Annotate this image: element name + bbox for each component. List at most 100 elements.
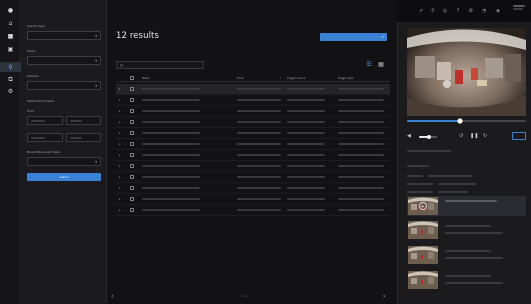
- volume-icon[interactable]: ◀: [407, 133, 411, 139]
- table-row[interactable]: ▸: [116, 172, 390, 183]
- search-input[interactable]: ⚲: [116, 61, 204, 69]
- table-row[interactable]: ▸: [116, 95, 390, 106]
- filter-icon[interactable]: ⚲: [430, 8, 436, 14]
- row-checkbox[interactable]: [130, 208, 134, 212]
- play-icon[interactable]: ▸: [119, 87, 121, 91]
- play-icon[interactable]: ▸: [119, 153, 121, 157]
- col-time[interactable]: Time: [237, 77, 243, 80]
- from-time-input[interactable]: [65, 116, 101, 125]
- col-trigger-type[interactable]: Trigger type: [338, 77, 354, 80]
- table-row[interactable]: ▸: [116, 161, 390, 172]
- timeline-handle[interactable]: [457, 118, 463, 124]
- play-icon[interactable]: ▸: [119, 186, 121, 190]
- filter-panel: Search type ▾ Store ▾ Camera ▾ Select ti…: [21, 0, 107, 304]
- table-row[interactable]: ▸: [116, 106, 390, 117]
- settings-icon[interactable]: ⚙: [468, 8, 474, 14]
- grid-view-icon[interactable]: ▦: [377, 60, 385, 68]
- table-row[interactable]: ▸: [116, 84, 390, 95]
- table-row[interactable]: ▸: [116, 117, 390, 128]
- row-checkbox[interactable]: [130, 87, 134, 91]
- cell-trigger-type: [338, 99, 384, 101]
- thumbnail-title: [445, 275, 491, 277]
- col-trigger-source[interactable]: Trigger source: [287, 77, 305, 80]
- volume-slider[interactable]: [419, 135, 437, 139]
- top-bar: ⇗ ⚲ ◎ ? ⚙ ◔ ◈: [397, 0, 531, 22]
- table-row[interactable]: ▸: [116, 194, 390, 205]
- play-icon[interactable]: ▸: [119, 197, 121, 201]
- row-checkbox[interactable]: [130, 109, 134, 113]
- info-icon[interactable]: ◎: [442, 8, 448, 14]
- detail-line: [407, 150, 451, 152]
- user-menu[interactable]: [513, 5, 529, 10]
- from-row: [27, 116, 101, 125]
- col-name[interactable]: Name: [142, 77, 150, 80]
- search-button[interactable]: Search: [27, 173, 101, 181]
- table-row[interactable]: ▸: [116, 183, 390, 194]
- rewind-icon[interactable]: ↺: [459, 133, 463, 139]
- chevron-down-icon: ▾: [95, 83, 97, 88]
- cell-time: [237, 88, 281, 90]
- more-button[interactable]: [512, 132, 526, 140]
- search-type-select[interactable]: ▾: [27, 31, 101, 40]
- cell-trigger-source: [287, 110, 325, 112]
- row-checkbox[interactable]: [130, 164, 134, 168]
- play-icon[interactable]: ▸: [119, 208, 121, 212]
- row-checkbox[interactable]: [130, 120, 134, 124]
- bell-icon[interactable]: ◈: [495, 8, 501, 14]
- cell-name: [142, 99, 200, 101]
- cell-trigger-type: [338, 209, 384, 211]
- thumbnail-item[interactable]: [407, 245, 526, 265]
- settings-icon[interactable]: ⚙: [7, 88, 14, 95]
- camera-icon[interactable]: ■: [7, 33, 14, 40]
- pause-icon[interactable]: ❚❚: [470, 133, 478, 139]
- to-date-input[interactable]: [27, 133, 63, 142]
- to-time-input[interactable]: [65, 133, 101, 142]
- home-icon[interactable]: ⌂: [7, 20, 14, 27]
- play-icon[interactable]: ▸: [119, 98, 121, 102]
- row-checkbox[interactable]: [130, 98, 134, 102]
- help-icon[interactable]: ?: [455, 8, 461, 14]
- search-icon[interactable]: ⚲: [0, 62, 21, 72]
- player-controls: ◀ ↺ ❚❚ ↻: [407, 132, 526, 142]
- cell-trigger-source: [287, 165, 325, 167]
- play-icon[interactable]: ▸: [119, 164, 121, 168]
- table-row[interactable]: ▸: [116, 139, 390, 150]
- table-row[interactable]: ▸: [116, 128, 390, 139]
- play-icon[interactable]: ▸: [119, 175, 121, 179]
- table-row[interactable]: ▸: [116, 150, 390, 161]
- play-icon[interactable]: ▸: [119, 142, 121, 146]
- recordings-icon[interactable]: ▣: [7, 46, 14, 53]
- thumbnail-item[interactable]: [407, 270, 526, 290]
- play-icon[interactable]: ▸: [119, 131, 121, 135]
- camera-select[interactable]: ▾: [27, 81, 101, 90]
- boost-select[interactable]: ▾: [27, 157, 101, 166]
- play-icon[interactable]: ▸: [119, 120, 121, 124]
- from-date-input[interactable]: [27, 116, 63, 125]
- store-select[interactable]: ▾: [27, 56, 101, 65]
- table-row[interactable]: ▸: [116, 205, 390, 216]
- notifications-icon[interactable]: ◔: [481, 8, 487, 14]
- list-view-icon[interactable]: ☰: [365, 60, 373, 68]
- row-checkbox[interactable]: [130, 153, 134, 157]
- play-icon[interactable]: ▸: [119, 109, 121, 113]
- cell-name: [142, 187, 200, 189]
- next-page-button[interactable]: ›: [383, 293, 385, 300]
- cell-time: [237, 165, 281, 167]
- thumbnail-item[interactable]: [407, 220, 526, 240]
- sort-icon[interactable]: ↑: [279, 77, 281, 80]
- timeline-scrubber[interactable]: [407, 118, 526, 124]
- forward-icon[interactable]: ↻: [483, 133, 487, 139]
- export-button[interactable]: ↗: [320, 33, 387, 41]
- row-checkbox[interactable]: [130, 186, 134, 190]
- prev-page-button[interactable]: ‹: [111, 293, 113, 300]
- export-icon[interactable]: ⧉: [7, 76, 14, 83]
- row-checkbox[interactable]: [130, 142, 134, 146]
- video-player[interactable]: [407, 28, 526, 116]
- logo-icon[interactable]: ●: [7, 7, 14, 14]
- thumbnail-item[interactable]: ▸: [407, 196, 526, 216]
- row-checkbox[interactable]: [130, 197, 134, 201]
- share-icon[interactable]: ⇗: [418, 8, 424, 14]
- row-checkbox[interactable]: [130, 131, 134, 135]
- row-checkbox[interactable]: [130, 175, 134, 179]
- select-all-checkbox[interactable]: [130, 76, 134, 80]
